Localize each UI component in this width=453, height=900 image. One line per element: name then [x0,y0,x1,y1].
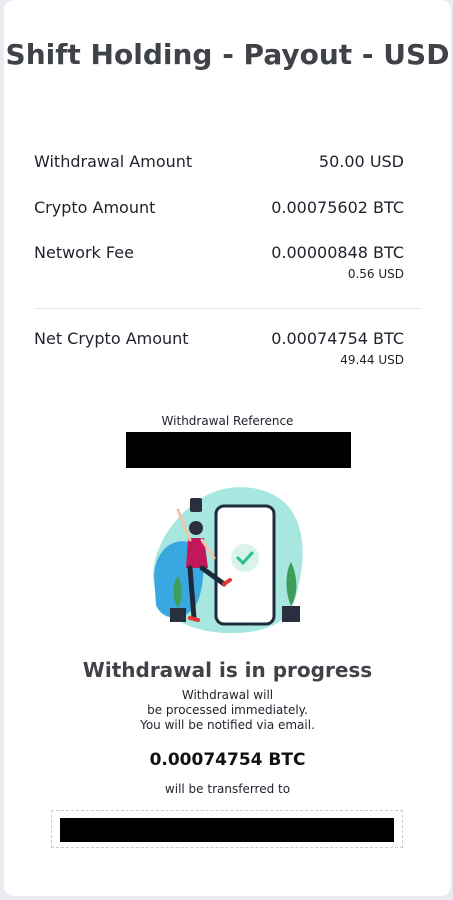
net-crypto-amount-values: 0.00074754 BTC 49.44 USD [271,329,404,368]
transfer-label: will be transferred to [164,782,291,796]
net-crypto-amount-row: Net Crypto Amount 0.00074754 BTC 49.44 U… [34,329,404,368]
payout-card: Shift Holding - Payout - USD Withdrawal … [4,0,451,896]
net-crypto-amount-value: 0.00074754 BTC [271,329,404,348]
network-fee-row: Network Fee 0.00000848 BTC 0.56 USD [34,243,404,282]
network-fee-usd: 0.56 USD [347,267,404,281]
divider [34,308,422,309]
net-crypto-amount-usd: 49.44 USD [340,353,404,367]
withdrawal-reference-redacted [126,432,351,468]
page-title: Shift Holding - Payout - USD [5,38,450,71]
destination-address-container [51,810,403,848]
destination-address-redacted [60,818,394,842]
crypto-amount-value: 0.00075602 BTC [271,198,404,217]
network-fee-value: 0.00000848 BTC [271,243,404,262]
status-line-1: Withdrawal will [181,688,274,702]
crypto-amount-row: Crypto Amount 0.00075602 BTC [34,198,404,218]
success-illustration [144,480,314,640]
network-fee-label: Network Fee [34,243,134,262]
status-line-3: You will be notified via email. [140,718,315,732]
withdrawal-amount-value: 50.00 USD [318,152,404,171]
status-message: Withdrawal will be processed immediately… [4,688,451,733]
withdrawal-amount-row: Withdrawal Amount 50.00 USD [34,152,404,172]
withdrawal-reference-label: Withdrawal Reference [161,414,294,428]
withdrawal-amount-label: Withdrawal Amount [34,152,193,171]
net-crypto-amount-label: Net Crypto Amount [34,329,189,348]
network-fee-values: 0.00000848 BTC 0.56 USD [271,243,404,282]
status-line-2: be processed immediately. [147,703,308,717]
crypto-amount-label: Crypto Amount [34,198,156,217]
transfer-btc-amount: 0.00074754 BTC [149,750,306,770]
status-title: Withdrawal is in progress [82,658,373,682]
